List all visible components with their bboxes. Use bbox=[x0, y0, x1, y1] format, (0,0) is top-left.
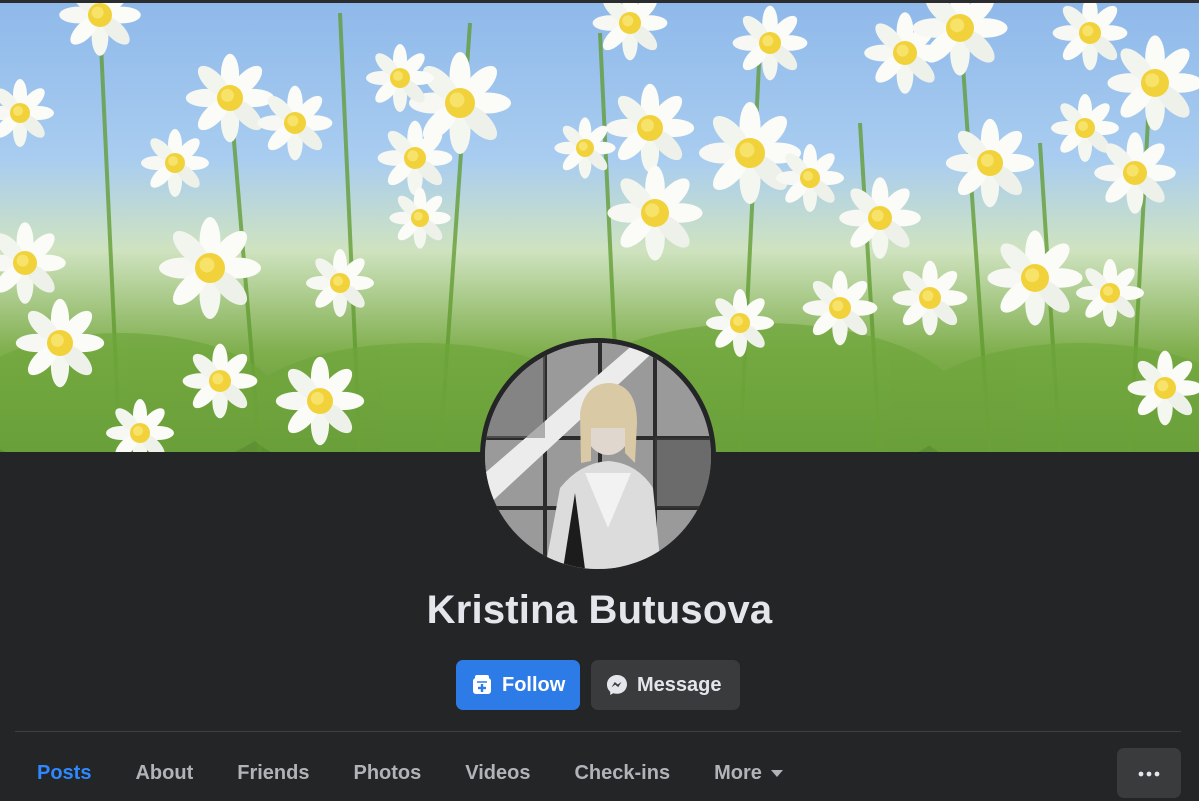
tab-videos[interactable]: Videos bbox=[443, 745, 552, 801]
tab-check-ins[interactable]: Check-ins bbox=[552, 745, 692, 801]
profile-tabs: Posts About Friends Photos Videos Check-… bbox=[15, 745, 805, 801]
profile-name: Kristina Butusova bbox=[426, 588, 773, 632]
follow-button[interactable]: Follow bbox=[456, 660, 580, 710]
caret-down-icon bbox=[770, 769, 783, 777]
follow-label: Follow bbox=[502, 673, 566, 696]
tab-divider bbox=[15, 731, 1181, 732]
messenger-icon bbox=[605, 673, 629, 697]
profile-photo bbox=[485, 343, 711, 569]
profile-avatar[interactable] bbox=[480, 338, 716, 574]
profile-actions: Follow Message bbox=[456, 660, 740, 710]
tab-photos[interactable]: Photos bbox=[331, 745, 443, 801]
follow-plus-icon bbox=[470, 673, 494, 697]
ellipsis-icon bbox=[1138, 764, 1160, 782]
tab-posts[interactable]: Posts bbox=[15, 745, 113, 801]
message-label: Message bbox=[637, 673, 722, 696]
tab-more[interactable]: More bbox=[692, 745, 805, 801]
tab-about[interactable]: About bbox=[113, 745, 215, 801]
tab-friends[interactable]: Friends bbox=[215, 745, 331, 801]
profile-page: Kristina Butusova Follow Message Posts A… bbox=[0, 0, 1199, 801]
overflow-menu-button[interactable] bbox=[1117, 748, 1181, 798]
message-button[interactable]: Message bbox=[591, 660, 740, 710]
portrait-illustration bbox=[485, 343, 711, 569]
